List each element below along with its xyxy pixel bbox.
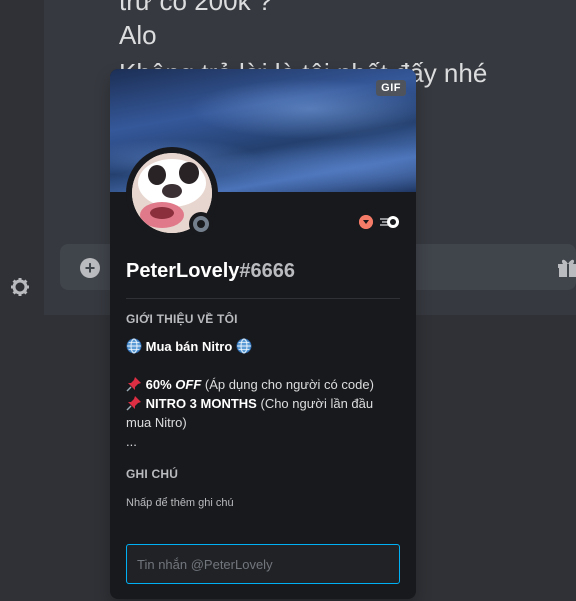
server-sidebar bbox=[0, 0, 44, 315]
status-offline-icon bbox=[193, 216, 209, 232]
direct-message-input[interactable] bbox=[126, 544, 400, 584]
pushpin-icon bbox=[126, 377, 141, 392]
about-line2-rest: (Áp dụng cho người có code) bbox=[204, 377, 374, 392]
about-line5: ... bbox=[126, 434, 137, 449]
hypesquad-badge-icon[interactable] bbox=[359, 215, 373, 229]
about-line: 60% OFF (Áp dụng cho người có code) bbox=[126, 375, 406, 394]
about-line: Mua bán Nitro bbox=[126, 337, 406, 356]
globe-icon bbox=[126, 338, 142, 354]
gif-badge: GIF bbox=[376, 80, 406, 96]
username: PeterLovely#6666 bbox=[126, 260, 295, 283]
gear-icon[interactable] bbox=[10, 277, 30, 297]
gift-icon[interactable] bbox=[556, 256, 576, 278]
about-line2-bold: 60% bbox=[145, 377, 172, 392]
user-profile-popout: GIF PeterLovely#6666 GIỚI THIỆU VỀ TÔI M… bbox=[110, 69, 416, 599]
about-line3-bold: NITRO 3 MONTHS bbox=[145, 396, 257, 411]
chat-message: Alo bbox=[119, 20, 157, 50]
about-blank-line bbox=[126, 356, 406, 375]
about-line2-italic: OFF bbox=[175, 377, 202, 392]
divider bbox=[126, 298, 400, 299]
about-line1: Mua bán Nitro bbox=[145, 339, 233, 354]
about-me-text: Mua bán Nitro 60% OFF (Áp dụng cho người… bbox=[126, 337, 406, 451]
nitro-boost-badge-icon[interactable] bbox=[379, 213, 401, 231]
username-discriminator: #6666 bbox=[239, 260, 296, 282]
about-line3-rest: (Cho người lần đầu bbox=[260, 396, 374, 411]
username-name: PeterLovely bbox=[126, 260, 240, 282]
add-note-field[interactable]: Nhấp để thêm ghi chú bbox=[126, 497, 234, 509]
chat-message: trừ có 200k ? bbox=[119, 0, 273, 16]
pushpin-icon bbox=[126, 396, 141, 411]
note-title: GHI CHÚ bbox=[126, 467, 179, 481]
about-line: NITRO 3 MONTHS (Cho người lần đầu bbox=[126, 394, 406, 413]
about-me-title: GIỚI THIỆU VỀ TÔI bbox=[126, 312, 238, 326]
globe-icon bbox=[236, 338, 252, 354]
about-line4: mua Nitro) bbox=[126, 415, 187, 430]
plus-icon[interactable]: + bbox=[80, 258, 100, 278]
